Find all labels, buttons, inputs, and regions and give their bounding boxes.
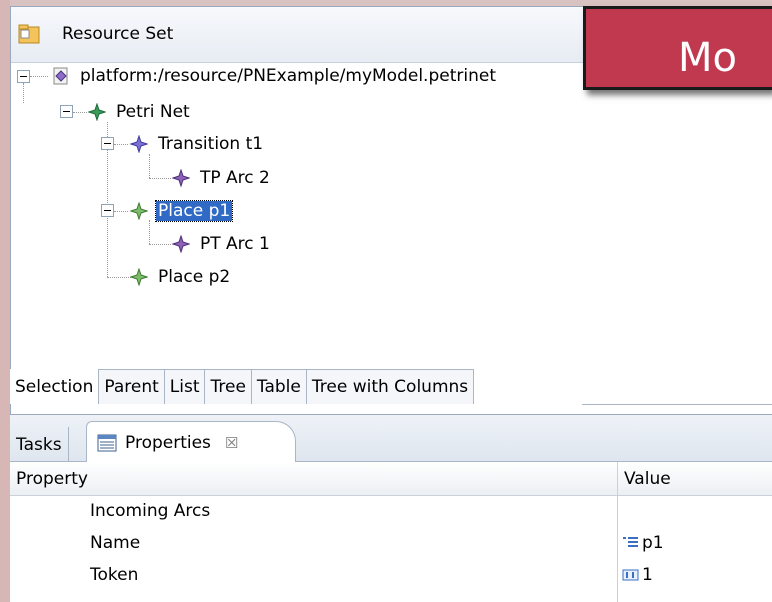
- tree-item-label: PT Arc 1: [200, 234, 270, 254]
- tree-connector: [23, 83, 24, 103]
- property-value: p1: [622, 533, 664, 553]
- resource-set-folder-icon: [18, 24, 40, 44]
- transition-node-icon: [130, 135, 148, 153]
- properties-table-header: Property Value: [10, 462, 772, 496]
- resource-file-icon: [53, 67, 68, 85]
- column-header-property[interactable]: Property: [16, 469, 88, 489]
- table-row[interactable]: Name p1: [10, 528, 772, 560]
- tree-item-place-p2[interactable]: Place p2: [130, 263, 232, 291]
- slide-title-text: Mo: [678, 35, 737, 81]
- resource-tree: platform:/resource/PNExample/myModel.pet…: [10, 62, 610, 362]
- property-value-text: 1: [642, 565, 653, 585]
- collapse-toggle[interactable]: [101, 204, 114, 217]
- resource-set-title: Resource Set: [62, 24, 174, 44]
- tree-item-pt-arc-1[interactable]: PT Arc 1: [172, 230, 272, 258]
- place-node-icon: [130, 268, 148, 286]
- slide-title-banner: Mo: [583, 6, 772, 90]
- tab-tasks-label: Tasks: [16, 434, 62, 455]
- tab-tasks[interactable]: Tasks: [10, 427, 69, 462]
- tree-item-transition-t1[interactable]: Transition t1: [130, 130, 265, 158]
- property-name: Token: [90, 565, 139, 585]
- tab-properties-label: Properties: [125, 432, 211, 453]
- tree-item-tp-arc-2[interactable]: TP Arc 2: [172, 164, 272, 192]
- tree-connector: [114, 211, 128, 212]
- tree-item-label: platform:/resource/PNExample/myModel.pet…: [80, 66, 496, 86]
- properties-tab-bar: Tasks Properties ☒: [10, 415, 772, 463]
- tree-connector: [30, 76, 48, 77]
- tab-list[interactable]: List: [164, 369, 206, 404]
- tree-connector: [149, 244, 171, 245]
- tab-selection[interactable]: Selection: [10, 369, 100, 404]
- property-name: Incoming Arcs: [90, 501, 211, 521]
- tree-item-place-p1[interactable]: Place p1: [130, 197, 234, 225]
- properties-view: Tasks Properties ☒ Property Value Incomi…: [10, 414, 772, 602]
- window-left-border: [0, 0, 10, 602]
- divider: [582, 404, 772, 405]
- number-value-icon: [622, 569, 639, 581]
- table-row[interactable]: Token 1: [10, 560, 772, 592]
- tree-item-label-selected: Place p1: [154, 200, 234, 222]
- tree-item-petri-net[interactable]: Petri Net: [88, 98, 192, 126]
- property-name: Name: [90, 533, 141, 553]
- property-value-text: p1: [642, 533, 664, 553]
- close-icon[interactable]: ☒: [225, 434, 238, 452]
- arc-node-icon: [172, 169, 190, 187]
- arc-node-icon: [172, 235, 190, 253]
- tree-connector: [73, 112, 87, 113]
- tab-parent[interactable]: Parent: [99, 369, 165, 404]
- tree-item-label: Transition t1: [158, 134, 264, 154]
- properties-table-icon: [97, 434, 117, 451]
- tree-item-label: Place p2: [158, 267, 231, 287]
- table-row[interactable]: Incoming Arcs: [10, 496, 772, 528]
- column-header-value[interactable]: Value: [624, 469, 671, 489]
- viewer-tab-strip: Selection Parent List Tree Table Tree wi…: [10, 369, 475, 404]
- collapse-toggle[interactable]: [17, 70, 30, 83]
- petri-net-node-icon: [88, 103, 106, 121]
- place-node-icon: [130, 202, 148, 220]
- tab-tree-with-columns[interactable]: Tree with Columns: [306, 369, 475, 404]
- collapse-toggle[interactable]: [101, 137, 114, 150]
- tab-table[interactable]: Table: [251, 369, 307, 404]
- text-value-icon: [623, 537, 638, 547]
- tree-item-label: Petri Net: [116, 102, 190, 122]
- tree-connector: [114, 144, 128, 145]
- property-value: 1: [622, 565, 653, 585]
- tree-item-label: TP Arc 2: [200, 168, 270, 188]
- tree-item-resource[interactable]: platform:/resource/PNExample/myModel.pet…: [52, 62, 498, 90]
- tab-tree[interactable]: Tree: [205, 369, 252, 404]
- collapse-toggle[interactable]: [60, 105, 73, 118]
- tree-connector: [149, 178, 171, 179]
- tab-properties[interactable]: Properties ☒: [86, 421, 296, 463]
